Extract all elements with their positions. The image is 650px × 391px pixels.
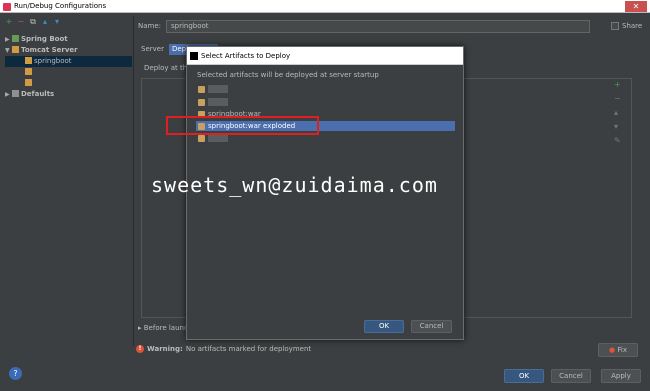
tree-label: Tomcat Server [21,46,78,54]
artifact-icon [198,85,205,93]
help-icon[interactable]: ? [9,367,22,380]
dialog-description: Selected artifacts will be deployed at s… [197,71,379,79]
tomcat-config-icon [25,57,32,64]
move-up-icon[interactable]: ▴ [41,18,49,26]
remove-artifact-icon[interactable]: − [614,94,621,103]
app-icon [3,3,11,11]
config-tree: ▶ Spring Boot ▼ Tomcat Server springboot ▶… [5,34,132,100]
artifact-icon [198,98,205,106]
redacted-text [208,85,228,93]
tab-server[interactable]: Server [138,44,167,55]
tree-item-tomcat[interactable]: ▼ Tomcat Server [5,45,132,56]
share-checkbox[interactable] [611,22,619,30]
edit-icon[interactable]: ✎ [614,136,621,145]
before-launch-section[interactable]: ▸ Before launch [138,324,192,332]
splitter[interactable] [133,16,134,346]
tree-item-springboot[interactable]: springboot [5,56,132,67]
warning-message: ! Warning: No artifacts marked for deplo… [136,345,311,353]
copy-icon[interactable]: ⧉ [29,18,37,26]
intellij-icon [190,52,198,60]
config-toolbar: + − ⧉ ▴ ▾ [5,18,61,28]
artifact-icon [198,134,205,142]
warning-prefix: Warning: [147,345,183,353]
move-down-icon[interactable]: ▾ [53,18,61,26]
warning-icon: ! [136,345,144,353]
name-label: Name: [138,22,162,30]
before-launch-label: Before launch [143,324,193,332]
artifact-item[interactable] [198,84,228,94]
expand-icon[interactable]: ▶ [5,34,12,45]
selection-highlight-box [166,116,319,135]
fix-button[interactable]: ● Fix [598,343,638,357]
tree-item-defaults[interactable]: ▶ Defaults [5,89,132,100]
apply-button[interactable]: Apply [601,369,641,383]
tree-item-config[interactable] [5,78,132,89]
tree-item-spring-boot[interactable]: ▶ Spring Boot [5,34,132,45]
defaults-icon [12,90,19,97]
dialog-ok-button[interactable]: OK [364,320,404,333]
tomcat-config-icon [25,68,32,75]
tomcat-config-icon [25,79,32,86]
tree-label: springboot [34,57,72,65]
tree-label: Defaults [21,90,55,98]
redacted-text [208,98,228,106]
remove-icon[interactable]: − [17,18,25,26]
expand-icon[interactable]: ▶ [5,89,12,100]
dialog-title-bar: Select Artifacts to Deploy [187,47,463,65]
move-down-icon[interactable]: ▾ [614,122,618,131]
bulb-icon: ● [609,346,616,354]
title-bar: Run/Debug Configurations ✕ [0,0,650,13]
share-label: Share [622,22,643,30]
deploy-label: Deploy at the [144,64,192,72]
redacted-text [208,134,228,142]
watermark: sweets_wn@zuidaima.com [151,173,438,197]
dialog-title: Select Artifacts to Deploy [201,52,291,60]
tree-label: Spring Boot [21,35,68,43]
dialog-cancel-button[interactable]: Cancel [411,320,452,333]
move-up-icon[interactable]: ▴ [614,108,618,117]
share-option[interactable]: Share [611,22,642,30]
window-title: Run/Debug Configurations [14,2,107,10]
tree-item-config[interactable] [5,67,132,78]
add-artifact-icon[interactable]: + [614,80,621,89]
collapse-icon[interactable]: ▼ [5,45,12,56]
add-icon[interactable]: + [5,18,13,26]
tomcat-icon [12,46,19,53]
name-field[interactable]: springboot [166,20,590,33]
close-button[interactable]: ✕ [625,1,647,12]
ok-button[interactable]: OK [504,369,544,383]
fix-label: Fix [617,346,627,354]
warning-text: No artifacts marked for deployment [185,345,312,353]
artifact-item[interactable] [198,97,228,107]
spring-boot-icon [12,35,19,42]
cancel-button[interactable]: Cancel [551,369,591,383]
